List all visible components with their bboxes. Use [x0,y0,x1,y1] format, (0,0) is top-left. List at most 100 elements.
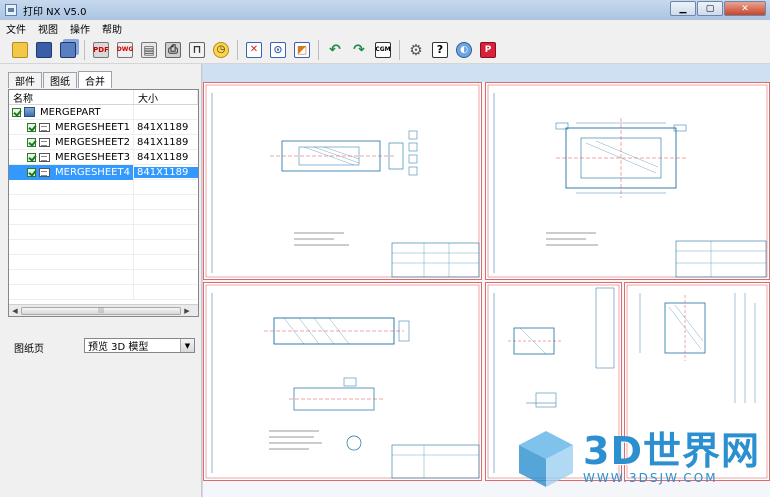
tree-item-sheet4[interactable]: MERGESHEET4 841X1189 [9,164,198,180]
save-all-button[interactable] [58,40,78,60]
sheet-label: MERGESHEET1 [55,121,130,133]
rotate-left-icon: ↶ [329,41,341,58]
empty-row [9,209,198,225]
scroll-right-icon[interactable]: ▶ [181,305,193,316]
tab-drawing[interactable]: 图纸 [43,72,77,88]
sheet-label: MERGESHEET4 [53,165,132,179]
window-title: 打印 NX V5.0 [23,6,87,18]
sheet-icon [39,122,50,132]
menu-help[interactable]: 帮助 [96,21,128,36]
help-icon: ? [432,41,448,58]
drawing-sheet-1[interactable] [203,82,482,280]
print-button[interactable]: ▤ [139,40,159,60]
help-button[interactable]: ? [430,40,450,60]
watermark-title: 3D世界网 [583,429,760,473]
page-select-label: 图纸页 [14,344,44,355]
toolbar-separator [237,39,238,60]
save-all-icon [60,41,76,58]
rotate-right-button[interactable]: ↷ [349,40,369,60]
zoom-window-icon: ⊙ [270,41,286,58]
printer-icon: ⎙ [165,41,181,58]
root-label: MERGEPART [40,106,101,118]
empty-row [9,254,198,270]
save-button[interactable] [34,40,54,60]
tab-part[interactable]: 部件 [8,72,42,88]
scroll-left-icon[interactable]: ◀ [9,305,21,316]
rotate-right-icon: ↷ [353,41,365,58]
sheet-1-drawing [205,84,480,278]
tree-root-row[interactable]: MERGEPART [9,104,198,120]
tree-item-sheet3[interactable]: MERGESHEET3 841X1189 [9,149,198,165]
window-controls: ▁ ▢ ✕ [669,1,766,16]
print-icon: ▤ [141,41,157,58]
empty-row [9,284,198,300]
close-button[interactable]: ✕ [724,1,766,16]
zoom-fit-icon: ✕ [246,41,262,58]
drawing-sheet-2[interactable] [485,82,770,280]
toolbar-separator [399,39,400,60]
sheet-tree: 名称 大小 MERGEPART MERGESHEET1 841X1189 MER… [8,89,199,317]
menu-view[interactable]: 视图 [32,21,64,36]
tab-merge[interactable]: 合并 [78,71,112,88]
watermark-url: WWW.3DSJW.COM [583,471,718,485]
maximize-button[interactable]: ▢ [697,1,723,16]
menu-bar: 文件 视图 操作 帮助 [0,20,770,36]
checkbox-icon[interactable] [27,137,36,147]
checkbox-icon[interactable] [27,167,36,177]
plotter-button[interactable]: ⊓ [187,40,207,60]
web-button[interactable]: ◐ [454,40,474,60]
sheet-label: MERGESHEET3 [55,151,130,163]
settings-button[interactable]: ⚙ [406,40,426,60]
menu-operation[interactable]: 操作 [64,21,96,36]
scroll-thumb[interactable]: ||| [21,306,181,315]
menu-file[interactable]: 文件 [0,21,32,36]
tree-item-sheet2[interactable]: MERGESHEET2 841X1189 [9,134,198,150]
column-name-header[interactable]: 名称 [9,90,134,105]
minimize-button[interactable]: ▁ [670,1,696,16]
export-dwg-button[interactable]: DWG [115,40,135,60]
web-icon: ◐ [456,41,472,58]
zoom-region-button[interactable]: ◩ [292,40,312,60]
empty-row [9,194,198,210]
sheet-size: 841X1189 [137,121,189,133]
rotate-left-button[interactable]: ↶ [325,40,345,60]
open-button[interactable] [10,40,30,60]
schedule-button[interactable]: ◷ [211,40,231,60]
app-icon [5,4,17,16]
pdf-icon: PDF [93,41,109,58]
sheet-2-drawing [487,84,768,278]
cgm-icon: CGM [375,41,391,58]
zoom-window-button[interactable]: ⊙ [268,40,288,60]
horizontal-scrollbar[interactable]: ◀ ||| ▶ [9,304,198,316]
page-select-value: 预览 3D 模型 [88,342,149,353]
about-button[interactable]: P [478,40,498,60]
save-icon [36,41,52,58]
open-icon [12,41,28,58]
cube-logo-icon [519,431,574,487]
sheet-size: 841X1189 [134,166,198,178]
export-pdf-button[interactable]: PDF [91,40,111,60]
drawing-sheet-3[interactable] [203,282,482,481]
sheet-icon [39,167,50,177]
tree-header: 名称 大小 [9,90,198,105]
toolbar-separator [84,39,85,60]
page-select[interactable]: 预览 3D 模型 ▼ [84,338,195,353]
app-logo-icon: P [480,41,496,58]
tree-item-sheet1[interactable]: MERGESHEET1 841X1189 [9,119,198,135]
sheet-icon [39,137,50,147]
zoom-fit-button[interactable]: ✕ [244,40,264,60]
cgm-button[interactable]: CGM [373,40,393,60]
printer-button[interactable]: ⎙ [163,40,183,60]
checkbox-icon[interactable] [27,122,36,132]
empty-row [9,239,198,255]
drawing-viewport[interactable]: 3D世界网 WWW.3DSJW.COM [203,64,770,497]
empty-row [9,224,198,240]
toolbar-separator [318,39,319,60]
checkbox-icon[interactable] [12,107,21,117]
sheet-label: MERGESHEET2 [55,136,130,148]
assembly-icon [24,107,35,117]
chevron-down-icon[interactable]: ▼ [180,339,194,352]
watermark: 3D世界网 WWW.3DSJW.COM [515,427,760,489]
column-size-header[interactable]: 大小 [134,90,198,105]
checkbox-icon[interactable] [27,152,36,162]
